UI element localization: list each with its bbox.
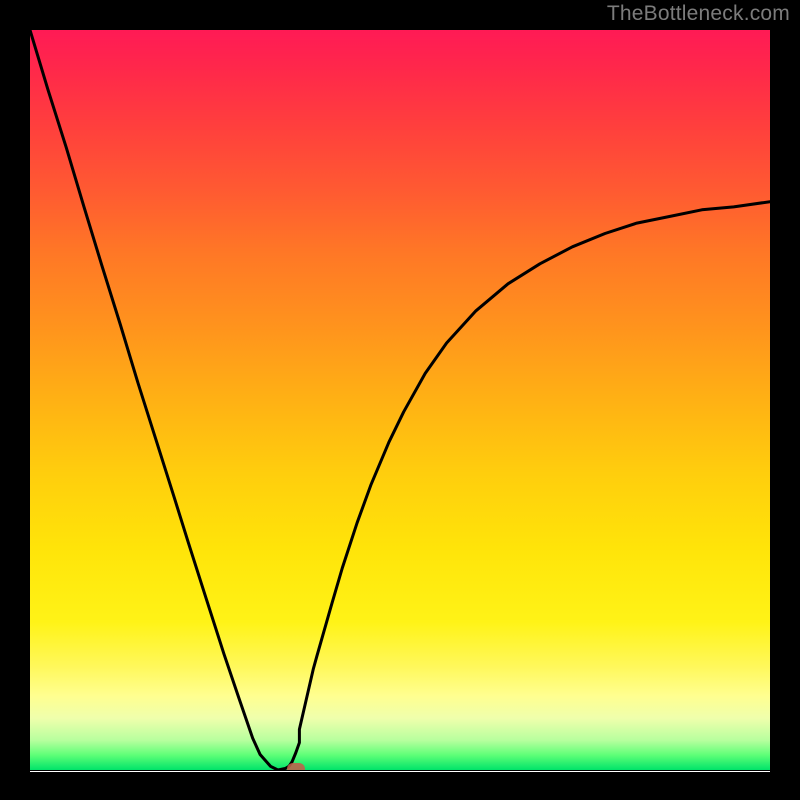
bottleneck-curve-path: [30, 30, 770, 770]
bottleneck-curve: [30, 30, 770, 770]
chart-frame: TheBottleneck.com: [0, 0, 800, 800]
optimal-point-marker: [287, 763, 305, 770]
bottom-border-highlight: [30, 771, 770, 772]
watermark-text: TheBottleneck.com: [607, 2, 790, 26]
plot-area: [30, 30, 770, 770]
